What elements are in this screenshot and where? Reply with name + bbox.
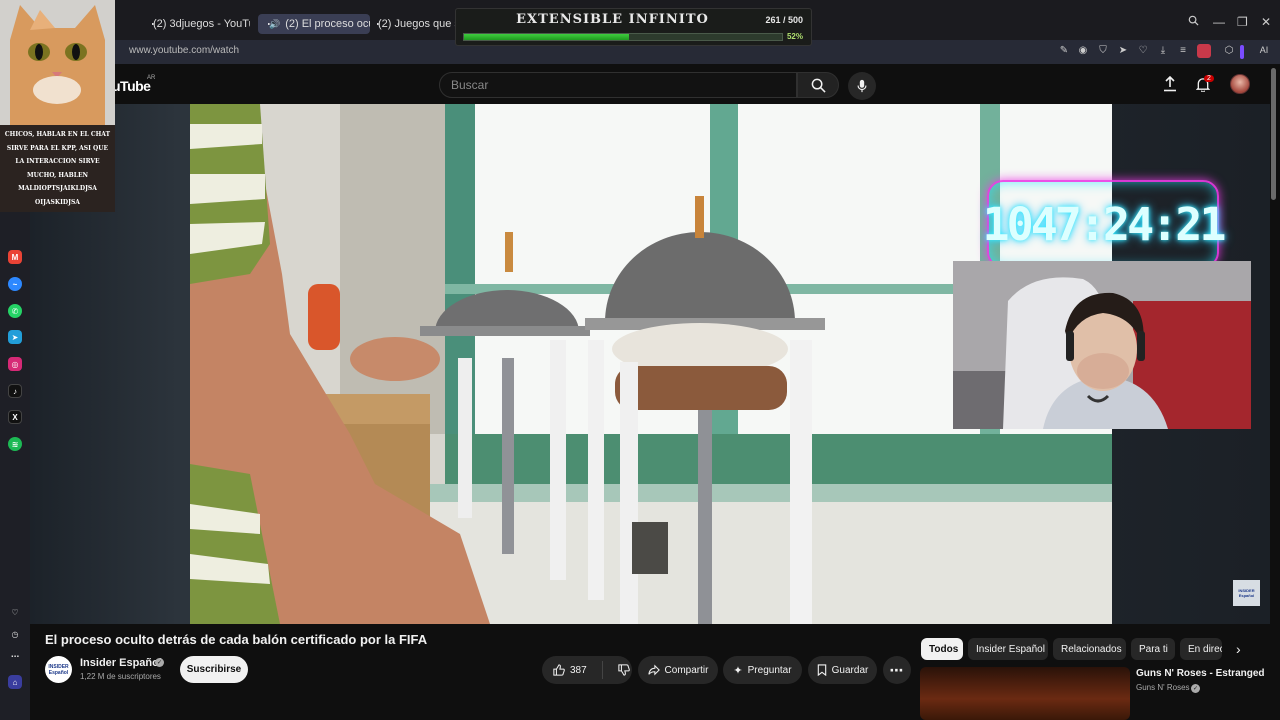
ask-label: Preguntar [747,664,792,676]
sparkle-icon: ✦ [733,664,743,677]
voice-search-button[interactable] [848,72,876,100]
download-icon[interactable]: ⤓ [1156,45,1170,56]
messenger-icon[interactable]: ~ [8,277,22,291]
verified-badge-icon: ✓ [155,658,164,667]
extension-bar-icon [1240,45,1244,59]
cube-icon[interactable]: ⬡ [1222,45,1236,56]
thumbs-up-icon [553,664,565,676]
channel-name[interactable]: Insider Español [80,657,162,669]
url-field[interactable]: www.youtube.com/watch [129,45,239,56]
video-title: El proceso oculto detrás de cada balón c… [45,632,428,647]
logo-region-code: AR [147,75,156,81]
telegram-icon[interactable]: ➤ [8,330,22,344]
search-tabs-icon[interactable] [1188,15,1199,29]
close-icon[interactable]: ✕ [1261,15,1271,29]
webcam-feed [953,261,1251,429]
cat-picture [0,0,115,125]
more-icon[interactable]: ⋯ [8,649,22,663]
bookmark-icon [817,664,826,676]
tab-label: (2) Juegos que siem [378,18,457,30]
ask-button[interactable]: ✦ Preguntar [723,656,802,684]
history-clock-icon[interactable]: ◷ [8,627,22,641]
recommended-video-channel[interactable]: Guns N' Roses [1136,683,1190,692]
favorites-heart-icon[interactable]: ♡ [8,605,22,619]
chip-para-ti[interactable]: Para ti [1131,638,1175,660]
save-button[interactable]: Guardar [808,656,877,684]
goal-percent: 52% [786,32,803,41]
ai-button[interactable]: AI [1252,45,1276,55]
thumbs-down-icon [618,664,630,676]
goal-progress-track [463,33,783,41]
timer-text: 1047:24:21 [982,197,1227,251]
dislike-button[interactable] [618,664,630,676]
restore-icon[interactable]: ❐ [1237,15,1248,29]
chip-relacionados[interactable]: Relacionados [1053,638,1126,660]
share-icon [647,664,660,676]
gmail-icon[interactable]: M [8,250,22,264]
verified-badge-icon: ✓ [1191,684,1200,693]
extension-icon[interactable] [1197,44,1211,58]
browser-tab-proceso-oculto[interactable]: 🔊 (2) El proceso oculto d [258,14,370,34]
cat-overlay-caption: Chicos, hablar en el chat sirve para el … [4,131,111,206]
tab-label: (2) El proceso oculto d [285,18,370,30]
send-icon[interactable]: ➤ [1116,45,1130,56]
tiktok-icon[interactable]: ♪ [8,384,22,398]
chip-todos[interactable]: Todos [921,638,963,660]
save-label: Guardar [831,664,869,676]
menu-icon[interactable]: ≡ [1176,45,1190,56]
search-button[interactable] [797,72,839,98]
like-button[interactable]: 387 [553,664,587,676]
search-input[interactable] [440,73,796,97]
browser-tab-juegos[interactable]: (2) Juegos que siem [367,14,457,34]
channel-avatar[interactable]: INSIDER Español [45,656,72,683]
goal-title: EXTENSIBLE INFINITO [516,12,709,27]
spotify-icon[interactable]: ≋ [8,437,22,451]
browser-tab-3djuegos[interactable]: (2) 3djuegos - YouTube [142,14,250,34]
like-dislike-group: 387 [542,656,632,684]
page-scrollbar[interactable] [1271,68,1276,200]
minimize-icon[interactable]: — [1213,15,1225,29]
more-actions-button[interactable]: ⋯ [883,656,911,684]
microphone-icon [857,79,867,93]
shield-icon[interactable]: ⛉ [1096,45,1110,56]
ai-label: AI [1259,45,1269,55]
chip-insider-espanol[interactable]: Insider Español [968,638,1048,660]
search-icon [811,78,826,93]
camera-icon[interactable]: ◉ [1076,45,1090,56]
heart-icon[interactable]: ♡ [1136,45,1150,56]
whatsapp-icon[interactable]: ✆ [8,304,22,318]
recommended-video-thumbnail[interactable] [920,667,1130,720]
channel-watermark[interactable]: INSIDER Español [1233,580,1260,606]
x-icon[interactable]: X [8,410,22,424]
youtube-logo[interactable]: uTube [112,78,151,94]
streamer-webcam [953,261,1251,429]
subscriber-goal-widget: EXTENSIBLE INFINITO 261 / 500 52% [455,8,812,46]
chip-en-directo[interactable]: En direc [1180,638,1222,660]
search-box [439,72,797,98]
more-horizontal-icon: ⋯ [889,661,905,678]
tab-label: (2) 3djuegos - YouTube [153,18,250,30]
like-count: 387 [570,664,587,676]
goal-count: 261 / 500 [765,15,803,25]
goal-progress-fill [464,34,630,40]
upload-icon[interactable] [1163,75,1177,97]
recommended-video-title[interactable]: Guns N' Roses - Estranged [1136,668,1265,679]
edit-icon[interactable]: ✎ [1057,45,1071,56]
subscribe-button[interactable]: Suscribirse [180,656,248,683]
instagram-icon[interactable]: ◎ [8,357,22,371]
subscriber-count: 1,22 M de suscriptores [80,672,161,681]
like-divider [601,661,603,679]
home-icon[interactable]: ⌂ [8,675,22,689]
share-label: Compartir [664,664,709,676]
cat-image-overlay: Chicos, hablar en el chat sirve para el … [0,0,115,212]
stream-timer: 1047:24:21 [983,180,1226,268]
chevron-right-icon[interactable]: › [1236,641,1241,657]
share-button[interactable]: Compartir [638,656,718,684]
user-avatar[interactable] [1230,74,1250,94]
youtube-header: uTube AR 2 [30,64,1280,104]
notification-badge: 2 [1204,75,1214,82]
